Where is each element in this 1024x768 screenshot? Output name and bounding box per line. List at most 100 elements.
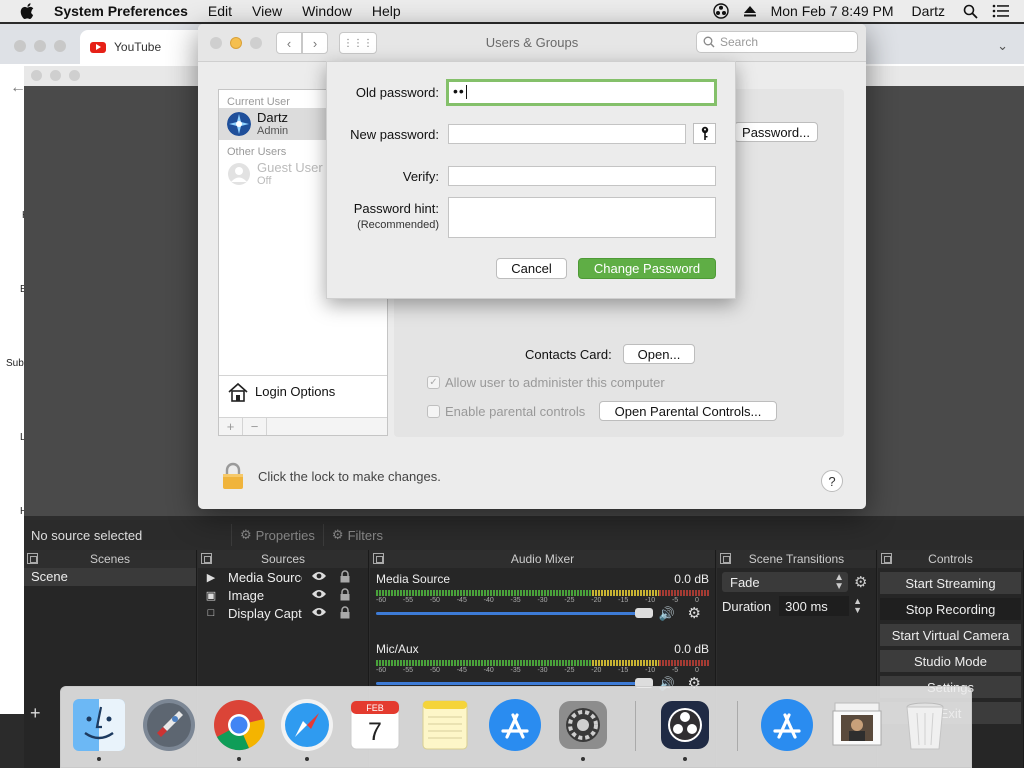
lock-icon[interactable] xyxy=(339,588,351,601)
remove-user-button[interactable]: − xyxy=(243,418,267,435)
parental-controls-checkbox[interactable] xyxy=(427,405,440,418)
eye-icon[interactable] xyxy=(311,606,327,618)
dock-downloads-stack[interactable] xyxy=(829,697,885,753)
channel-name: Mic/Aux xyxy=(376,642,419,656)
dock-app-store[interactable] xyxy=(487,697,543,753)
obs-close-button[interactable] xyxy=(31,70,42,81)
apple-logo-icon[interactable] xyxy=(20,3,34,19)
dock-obs[interactable] xyxy=(657,697,713,761)
volume-slider[interactable] xyxy=(376,682,645,685)
dock-app-store-2[interactable] xyxy=(759,697,815,753)
speaker-icon[interactable]: 🔊 xyxy=(659,606,675,622)
notification-center-icon[interactable] xyxy=(992,4,1010,18)
source-item-media[interactable]: ▶ Media Source xyxy=(198,568,368,586)
browser-close-button[interactable] xyxy=(14,40,26,52)
undock-icon[interactable] xyxy=(720,553,731,564)
system-preferences-gear-icon xyxy=(559,701,607,749)
password-hint-field[interactable] xyxy=(448,197,716,238)
menubar-user[interactable]: Dartz xyxy=(912,3,945,19)
eject-icon[interactable] xyxy=(743,5,757,17)
filters-button[interactable]: ⚙ Filters xyxy=(322,524,391,546)
app-name-menu[interactable]: System Preferences xyxy=(54,3,188,19)
undock-icon[interactable] xyxy=(201,553,212,564)
password-assistant-key-icon[interactable] xyxy=(693,123,716,144)
duration-input[interactable]: 300 ms xyxy=(779,596,850,616)
add-remove-bar: + − xyxy=(219,417,387,435)
cancel-button[interactable]: Cancel xyxy=(496,258,567,279)
source-item-display[interactable]: □ Display Capture xyxy=(198,604,368,622)
change-password-confirm-button[interactable]: Change Password xyxy=(578,258,716,279)
calendar-month: FEB xyxy=(366,703,384,713)
browser-zoom-button[interactable] xyxy=(54,40,66,52)
user-avatar xyxy=(227,112,251,136)
new-password-field[interactable] xyxy=(448,124,686,144)
obs-zoom-button[interactable] xyxy=(69,70,80,81)
dock-notes[interactable] xyxy=(417,697,473,753)
eye-icon[interactable] xyxy=(311,588,327,600)
dock-calendar[interactable]: FEB 7 xyxy=(347,697,403,753)
menubar-clock[interactable]: Mon Feb 7 8:49 PM xyxy=(771,3,894,19)
recommended-label: (Recommended) xyxy=(357,219,439,231)
dock-safari[interactable] xyxy=(279,697,335,761)
add-user-button[interactable]: + xyxy=(219,418,243,435)
transition-select[interactable]: Fade ▲ ▼ xyxy=(722,572,848,592)
help-button[interactable]: ? xyxy=(821,470,843,492)
lock-icon[interactable] xyxy=(339,606,351,619)
stepper-icon[interactable]: ▲ ▼ xyxy=(853,597,862,615)
password-hint-label: Password hint: xyxy=(353,201,439,216)
source-item-image[interactable]: ▣ Image xyxy=(198,586,368,604)
open-parental-controls-button[interactable]: Open Parental Controls... xyxy=(599,401,777,421)
menu-window[interactable]: Window xyxy=(302,3,352,19)
new-password-label: New password: xyxy=(350,127,439,142)
verify-field[interactable] xyxy=(448,166,716,186)
allow-admin-label: Allow user to administer this computer xyxy=(445,375,665,390)
guest-avatar-icon xyxy=(228,163,250,185)
start-virtual-camera-button[interactable]: Start Virtual Camera xyxy=(880,624,1021,646)
dock-system-preferences[interactable] xyxy=(555,697,611,761)
login-options-label: Login Options xyxy=(255,384,336,399)
dock-chrome[interactable] xyxy=(211,697,267,761)
search-field[interactable]: Search xyxy=(696,31,858,53)
allow-admin-checkbox[interactable]: ✓ xyxy=(427,376,440,389)
menu-view[interactable]: View xyxy=(252,3,282,19)
volume-slider-knob[interactable] xyxy=(635,608,653,618)
sources-title: Sources xyxy=(260,552,306,566)
chevron-down-icon[interactable]: ⌄ xyxy=(997,38,1008,54)
browser-tab-youtube[interactable]: YouTube xyxy=(80,30,210,64)
eye-icon[interactable] xyxy=(311,570,327,582)
add-scene-button[interactable]: + xyxy=(30,703,41,724)
volume-meter xyxy=(376,660,709,666)
browser-minimize-button[interactable] xyxy=(34,40,46,52)
stop-recording-button[interactable]: Stop Recording xyxy=(880,598,1021,620)
gear-icon[interactable]: ⚙ xyxy=(854,573,867,591)
dock-trash[interactable] xyxy=(897,697,953,753)
contacts-open-button[interactable]: Open... xyxy=(623,344,695,364)
spotlight-search-icon[interactable] xyxy=(963,4,978,19)
old-password-field[interactable]: •• xyxy=(446,79,717,106)
lock-icon[interactable] xyxy=(222,462,244,490)
volume-slider[interactable] xyxy=(376,612,645,615)
lock-icon[interactable] xyxy=(339,570,351,583)
dock-finder[interactable] xyxy=(71,697,127,761)
change-password-button[interactable]: Password... xyxy=(734,122,818,142)
scene-item[interactable]: Scene xyxy=(24,568,196,586)
start-streaming-button[interactable]: Start Streaming xyxy=(880,572,1021,594)
undock-icon[interactable] xyxy=(373,553,384,564)
verify-label: Verify: xyxy=(402,169,439,184)
gear-icon[interactable]: ⚙ xyxy=(688,604,701,622)
obs-status-icon[interactable] xyxy=(712,3,729,19)
menu-help[interactable]: Help xyxy=(372,3,401,19)
studio-mode-button[interactable]: Studio Mode xyxy=(880,650,1021,672)
login-options-item[interactable]: Login Options xyxy=(219,375,387,407)
properties-button[interactable]: ⚙ Properties xyxy=(231,524,323,546)
chrome-icon xyxy=(214,700,265,751)
trash-icon xyxy=(906,702,944,750)
undock-icon[interactable] xyxy=(27,553,38,564)
menu-edit[interactable]: Edit xyxy=(208,3,232,19)
undock-icon[interactable] xyxy=(881,553,892,564)
dock-launchpad[interactable] xyxy=(141,697,197,753)
search-icon xyxy=(703,36,715,48)
channel-name: Media Source xyxy=(376,572,451,586)
scenes-title: Scenes xyxy=(89,552,131,566)
obs-minimize-button[interactable] xyxy=(50,70,61,81)
